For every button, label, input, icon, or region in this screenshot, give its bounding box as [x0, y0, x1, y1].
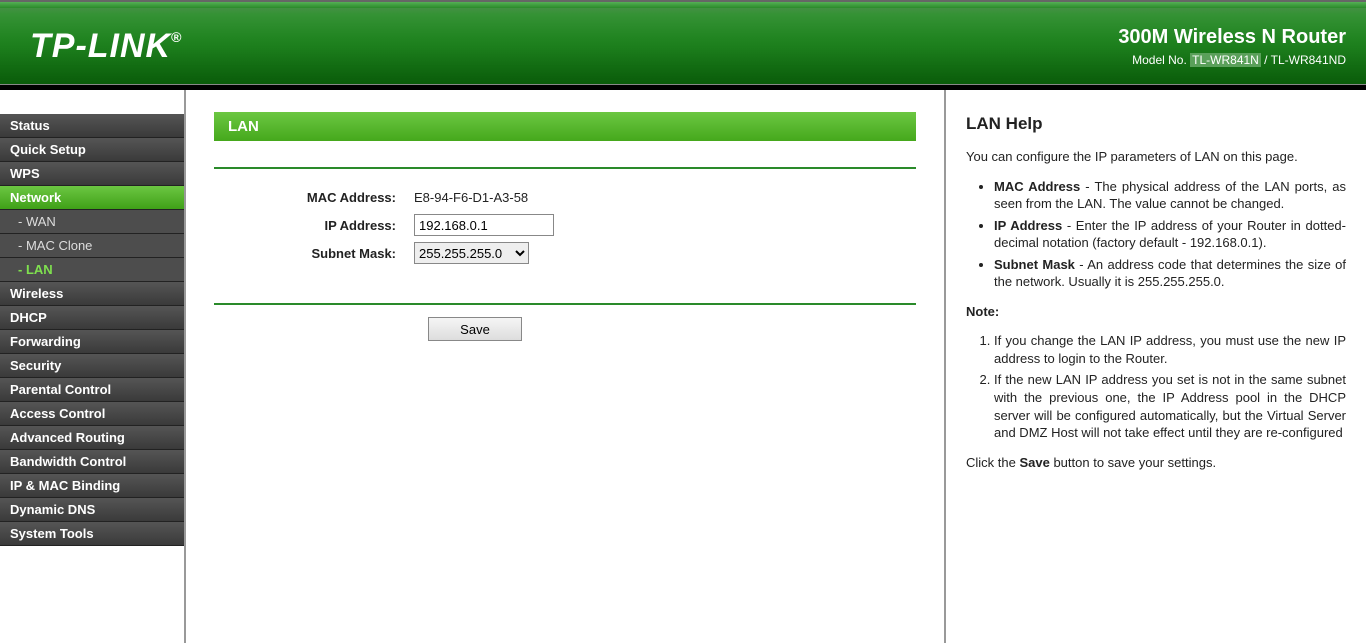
help-save-line: Click the Save button to save your setti…: [966, 454, 1346, 472]
help-item-mac: MAC Address - The physical address of th…: [994, 178, 1346, 213]
product-name: 300M Wireless N Router: [1118, 26, 1346, 49]
help-field-list: MAC Address - The physical address of th…: [966, 178, 1346, 291]
help-title: LAN Help: [966, 114, 1346, 134]
lan-form: MAC Address: E8-94-F6-D1-A3-58 IP Addres…: [214, 169, 916, 277]
note-bold: Note:: [966, 304, 999, 319]
help-note-list: If you change the LAN IP address, you mu…: [966, 332, 1346, 441]
help-mac-key: MAC Address: [994, 179, 1080, 194]
header-banner: TP-LINK® 300M Wireless N Router Model No…: [0, 0, 1366, 90]
button-bar: Save: [214, 317, 916, 341]
header-top-stripe: [0, 2, 1366, 8]
model-number: Model No. TL-WR841N / TL-WR841ND: [1118, 53, 1346, 67]
help-item-ip: IP Address - Enter the IP address of you…: [994, 217, 1346, 252]
help-item-mask: Subnet Mask - An address code that deter…: [994, 256, 1346, 291]
subnet-mask-label: Subnet Mask:: [214, 246, 414, 261]
model-label: Model No.: [1132, 53, 1187, 67]
subnet-mask-select[interactable]: 255.255.255.0: [414, 242, 529, 264]
sidebar-item-system-tools[interactable]: System Tools: [0, 522, 184, 546]
sidebar-item-bandwidth-control[interactable]: Bandwidth Control: [0, 450, 184, 474]
sidebar-item-forwarding[interactable]: Forwarding: [0, 330, 184, 354]
save-button[interactable]: Save: [428, 317, 522, 341]
sidebar-item-wps[interactable]: WPS: [0, 162, 184, 186]
help-note-2: If the new LAN IP address you set is not…: [994, 371, 1346, 441]
page-title: LAN: [214, 112, 916, 141]
sidebar-item-advanced-routing[interactable]: Advanced Routing: [0, 426, 184, 450]
header-product-info: 300M Wireless N Router Model No. TL-WR84…: [1118, 26, 1346, 67]
model-rest: TL-WR841ND: [1271, 53, 1346, 67]
mac-address-value: E8-94-F6-D1-A3-58: [414, 190, 528, 205]
help-ip-key: IP Address: [994, 218, 1062, 233]
ip-address-input[interactable]: [414, 214, 554, 236]
sidebar-item-quick-setup[interactable]: Quick Setup: [0, 138, 184, 162]
row-ip: IP Address:: [214, 211, 916, 239]
help-note-1: If you change the LAN IP address, you mu…: [994, 332, 1346, 367]
help-save-post: button to save your settings.: [1050, 455, 1216, 470]
help-save-bold: Save: [1019, 455, 1049, 470]
logo-text: TP-LINK: [30, 27, 171, 66]
sidebar-item-wireless[interactable]: Wireless: [0, 282, 184, 306]
sidebar-item-network[interactable]: Network: [0, 186, 184, 210]
sidebar-item-dhcp[interactable]: DHCP: [0, 306, 184, 330]
sidebar-item-ip-mac-binding[interactable]: IP & MAC Binding: [0, 474, 184, 498]
content-wrapper: Status Quick Setup WPS Network - WAN - M…: [0, 90, 1366, 643]
registered-mark: ®: [171, 29, 182, 45]
sidebar-item-dynamic-dns[interactable]: Dynamic DNS: [0, 498, 184, 522]
sidebar-nav: Status Quick Setup WPS Network - WAN - M…: [0, 90, 186, 643]
help-save-pre: Click the: [966, 455, 1019, 470]
model-sep: /: [1261, 53, 1271, 67]
sidebar-item-security[interactable]: Security: [0, 354, 184, 378]
help-intro: You can configure the IP parameters of L…: [966, 148, 1346, 166]
help-note-label: Note:: [966, 303, 1346, 321]
sidebar-item-status[interactable]: Status: [0, 114, 184, 138]
brand-logo: TP-LINK®: [30, 27, 182, 66]
mac-address-label: MAC Address:: [214, 190, 414, 205]
header-bottom-border: [0, 84, 1366, 90]
sidebar-item-lan[interactable]: - LAN: [0, 258, 184, 282]
help-panel: LAN Help You can configure the IP parame…: [946, 90, 1366, 643]
sidebar-item-parental-control[interactable]: Parental Control: [0, 378, 184, 402]
sidebar-item-access-control[interactable]: Access Control: [0, 402, 184, 426]
row-mac: MAC Address: E8-94-F6-D1-A3-58: [214, 183, 916, 211]
main-content: LAN MAC Address: E8-94-F6-D1-A3-58 IP Ad…: [186, 90, 946, 643]
help-mask-key: Subnet Mask: [994, 257, 1075, 272]
model-highlight: TL-WR841N: [1190, 53, 1261, 67]
sidebar-item-mac-clone[interactable]: - MAC Clone: [0, 234, 184, 258]
sidebar-item-wan[interactable]: - WAN: [0, 210, 184, 234]
divider-bottom: [214, 303, 916, 305]
ip-address-label: IP Address:: [214, 218, 414, 233]
row-mask: Subnet Mask: 255.255.255.0: [214, 239, 916, 267]
